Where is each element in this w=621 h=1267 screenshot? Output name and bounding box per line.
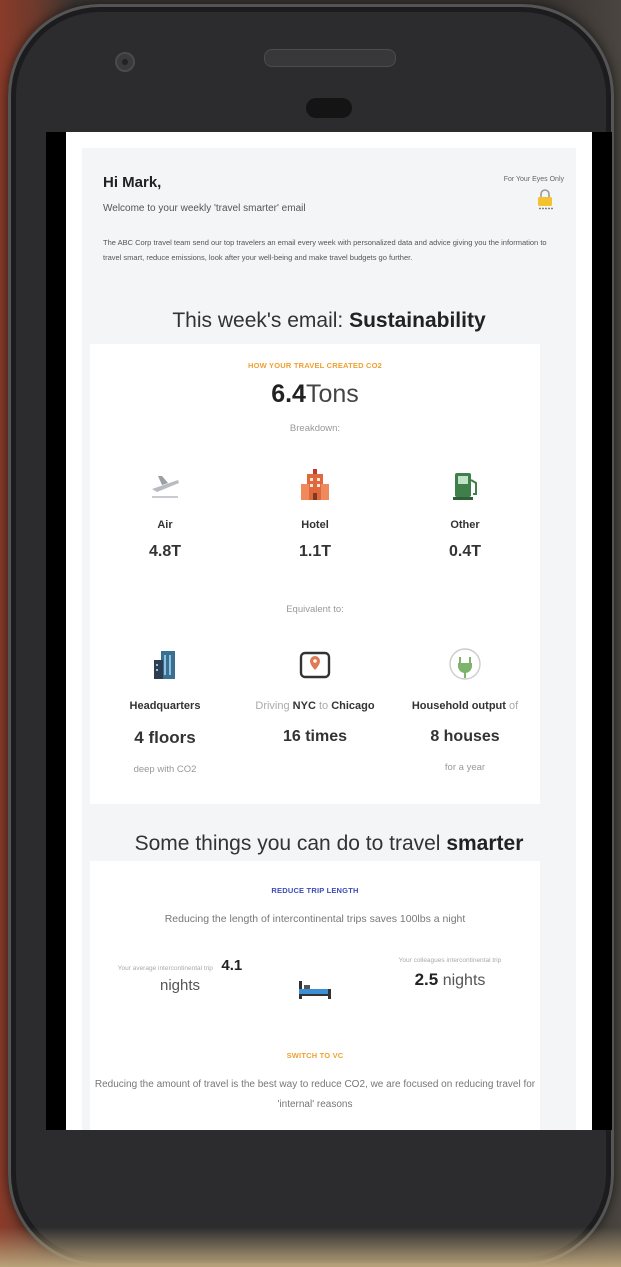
co2-total-value: 6.4 — [271, 380, 306, 408]
equiv-driving-mid: to — [315, 700, 332, 712]
intro-paragraph: The ABC Corp travel team send our top tr… — [103, 238, 547, 262]
colleague-trip-unit: nights — [442, 972, 486, 989]
equiv-hq-sub: deep with CO2 — [133, 764, 197, 775]
equiv-driving-value: 16 times — [282, 728, 348, 745]
reduce-trip-kicker: REDUCE TRIP LENGTH — [271, 886, 359, 895]
speaker-grille — [264, 49, 396, 67]
email-viewport[interactable]: Hi Mark, Welcome to your weekly 'travel … — [66, 132, 592, 1130]
breakdown-hotel-value: 1.1T — [298, 543, 331, 560]
breakdown-label: Breakdown: — [289, 423, 341, 434]
equiv-hq-value: 4 floors — [134, 728, 196, 747]
tips-heading-emphasis: smarter — [446, 832, 524, 855]
your-trip-value: 4.1 — [221, 957, 243, 974]
bed-icon — [299, 981, 331, 999]
your-trip-label: Your average intercontinental trip — [117, 965, 213, 972]
equiv-household-suffix: of — [505, 700, 519, 712]
plug-icon — [449, 648, 481, 680]
switch-vc-desc: Reducing the amount of travel is the bes… — [94, 1079, 536, 1110]
front-camera-icon — [115, 52, 135, 72]
greeting: Hi Mark, — [103, 174, 162, 191]
breakdown-other: Other 0.4T — [390, 468, 540, 561]
tips-heading: Some things you can do to travel smarter — [82, 832, 576, 856]
week-topic: Sustainability — [349, 309, 486, 332]
map-pin-icon — [299, 651, 331, 679]
hotel-icon — [301, 469, 329, 500]
equiv-driving-to: Chicago — [331, 700, 375, 712]
equiv-household-sub: for a year — [444, 762, 486, 773]
desk-reflection — [0, 1227, 621, 1267]
proximity-sensor — [306, 98, 352, 118]
airplane-icon — [152, 476, 179, 498]
equiv-headquarters: Headquarters 4 floors deep with CO2 — [90, 647, 240, 775]
tips-card: REDUCE TRIP LENGTH Reducing the length o… — [90, 861, 540, 1130]
co2-kicker: HOW YOUR TRAVEL CREATED CO2 — [247, 361, 383, 370]
colleague-trip-value: 2.5 — [414, 970, 439, 989]
email-body: Hi Mark, Welcome to your weekly 'travel … — [82, 148, 576, 1130]
phone-frame: Hi Mark, Welcome to your weekly 'travel … — [8, 4, 614, 1266]
equiv-hq-label: Headquarters — [129, 700, 201, 712]
equiv-driving: Driving NYC to Chicago 16 times — [240, 647, 390, 746]
your-trip-unit: nights — [159, 977, 201, 994]
padlock-icon — [538, 189, 553, 210]
breakdown-hotel-label: Hotel — [301, 519, 329, 531]
colleague-trip-stat: Your colleagues intercontinental trip 2.… — [360, 957, 540, 990]
switch-vc-kicker: SWITCH TO VC — [286, 1051, 344, 1060]
phone-screen: Hi Mark, Welcome to your weekly 'travel … — [46, 132, 612, 1130]
breakdown-other-label: Other — [450, 519, 480, 531]
breakdown-other-value: 0.4T — [448, 543, 481, 560]
colleague-trip-label: Your colleagues intercontinental trip — [398, 957, 502, 964]
equiv-driving-pre: Driving — [255, 700, 293, 712]
equiv-driving-from: NYC — [292, 700, 316, 712]
breakdown-air-label: Air — [157, 519, 173, 531]
equiv-household: Household output of 8 houses for a year — [390, 647, 540, 773]
co2-total: 6.4Tons — [90, 380, 540, 409]
confidential-badge: For Your Eyes Only — [503, 176, 564, 183]
office-building-icon — [154, 651, 175, 679]
co2-total-unit: Tons — [305, 380, 359, 408]
reduce-trip-desc: Reducing the length of intercontinental … — [164, 913, 466, 925]
week-heading: This week's email: Sustainability — [82, 309, 576, 333]
tips-heading-prefix: Some things you can do to travel — [134, 832, 447, 855]
equiv-driving-label: Driving NYC to Chicago — [240, 700, 390, 712]
breakdown-air-value: 4.8T — [148, 543, 181, 560]
equiv-household-value: 8 houses — [430, 728, 500, 745]
equiv-household-label: Household output of — [390, 700, 540, 712]
fuel-pump-icon — [453, 473, 477, 500]
week-heading-prefix: This week's email: — [172, 309, 350, 332]
welcome-line: Welcome to your weekly 'travel smarter' … — [103, 203, 306, 214]
breakdown-hotel: Hotel 1.1T — [240, 468, 390, 561]
co2-card: HOW YOUR TRAVEL CREATED CO2 6.4Tons Brea… — [90, 344, 540, 804]
equivalent-label: Equivalent to: — [286, 604, 344, 615]
equiv-household-text: Household output — [411, 700, 506, 712]
breakdown-air: Air 4.8T — [90, 468, 240, 561]
your-trip-stat: Your average intercontinental trip 4.1 n… — [90, 957, 270, 994]
